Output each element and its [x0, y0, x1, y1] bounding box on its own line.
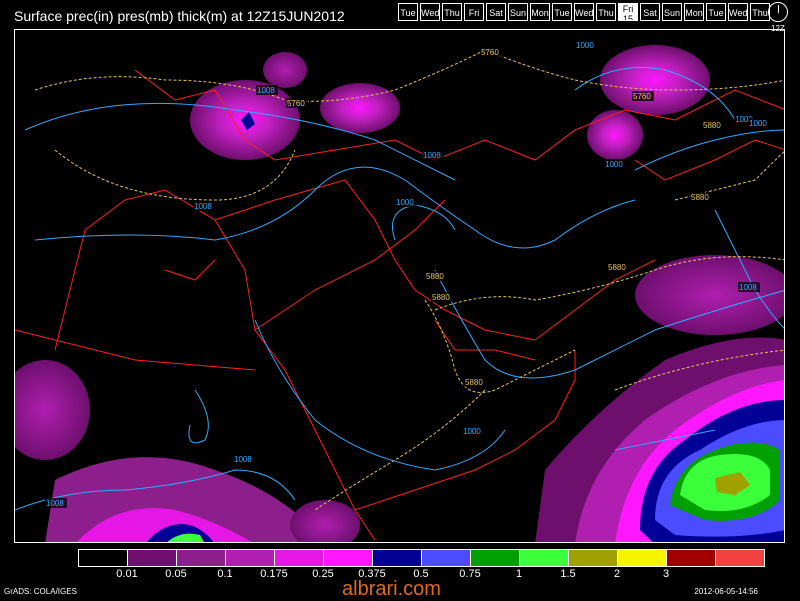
isobar-label: 1000 — [396, 198, 414, 207]
isobar-label: 1000 — [463, 427, 481, 436]
thickness-label: 5760 — [633, 92, 651, 101]
day-cell: Sun — [508, 3, 528, 21]
isobar-label: 1008 — [423, 151, 441, 160]
day-cell: Mon — [684, 3, 704, 21]
legend-swatch — [324, 550, 373, 566]
day-cell: Sun — [662, 3, 682, 21]
legend-tick: 1 — [515, 568, 523, 580]
legend-tick: 1.5 — [560, 568, 576, 580]
thickness-label: 5880 — [691, 193, 709, 202]
day-cell: Fri — [464, 3, 484, 21]
legend-swatch — [471, 550, 520, 566]
legend-swatch — [422, 550, 471, 566]
legend-swatch — [275, 550, 324, 566]
legend-tick: 0.25 — [312, 568, 334, 580]
legend-swatch — [716, 550, 764, 566]
isobar-label: 1008 — [194, 202, 212, 211]
precipitation-legend — [78, 549, 765, 567]
day-cell: Fri 15 — [618, 3, 638, 21]
day-cell: Thu — [596, 3, 616, 21]
isobar-label: 1008 — [257, 86, 275, 95]
legend-swatch — [226, 550, 275, 566]
day-cell: Mon — [530, 3, 550, 21]
precip-blob-north — [320, 83, 400, 133]
thickness-label: 5760 — [481, 48, 499, 57]
legend-swatch — [79, 550, 128, 566]
precipitation-areas — [15, 45, 784, 542]
brand-watermark: albrari.com — [342, 578, 441, 600]
day-cell: Tue — [706, 3, 726, 21]
legend-swatch — [618, 550, 667, 566]
day-cell: Wed — [420, 3, 440, 21]
map-canvas: 1008 1008 1000 1008 1000 1000 1008 1008 1000 1000… — [15, 40, 784, 542]
legend-tick: 0.1 — [217, 568, 233, 580]
legend-swatch — [667, 550, 716, 566]
precip-blob-west — [15, 360, 90, 460]
weather-map: 1008 1008 1000 1008 1000 1000 1008 1008 1000 1000… — [14, 29, 785, 543]
legend-swatch — [569, 550, 618, 566]
day-cell: Wed — [728, 3, 748, 21]
forecast-day-strip: Tue Wed Thu Fri Sat Sun Mon Tue Wed Thu Fri 15 Sat Su… — [398, 3, 772, 21]
precip-blob-south — [290, 500, 360, 542]
thickness-label: 5760 — [287, 99, 305, 108]
day-cell: Thu — [750, 3, 770, 21]
map-title: Surface prec(in) pres(mb) thick(m) at 12… — [14, 8, 345, 24]
isobar-label: 1008 — [739, 283, 757, 292]
legend-tick: 0.75 — [459, 568, 481, 580]
thickness-label: 5880 — [465, 378, 483, 387]
legend-tick: 3 — [662, 568, 670, 580]
precip-blob-north-2 — [263, 52, 307, 88]
isobar-label: 1000 — [749, 119, 767, 128]
day-cell: Tue — [552, 3, 572, 21]
precip-blob-north-east — [600, 45, 710, 115]
legend-swatch — [520, 550, 569, 566]
thickness-label: 5880 — [432, 293, 450, 302]
day-cell: Sat — [486, 3, 506, 21]
footer-credit: GrADS: COLA/IGES — [4, 587, 77, 596]
thickness-label: 5880 — [426, 272, 444, 281]
legend-tick: 0.175 — [260, 568, 288, 580]
day-cell: Sat — [640, 3, 660, 21]
footer-timestamp: 2012-06-05-14:56 — [694, 587, 758, 596]
isobar-label: 1000 — [605, 160, 623, 169]
isobar-label: 1008 — [234, 455, 252, 464]
day-cell: Tue — [398, 3, 418, 21]
day-cell: Thu — [442, 3, 462, 21]
legend-swatch — [177, 550, 226, 566]
isobar-label: 1000 — [576, 41, 594, 50]
precip-blob-east — [587, 110, 643, 160]
legend-swatch — [373, 550, 422, 566]
precip-blob-east-2 — [635, 255, 784, 335]
legend-tick: 0.05 — [165, 568, 187, 580]
day-cell: Wed — [574, 3, 594, 21]
legend-swatch — [128, 550, 177, 566]
thickness-label: 5880 — [608, 263, 626, 272]
isobar-label: 1008 — [46, 499, 64, 508]
legend-tick: 2 — [613, 568, 621, 580]
clock-icon — [768, 2, 788, 22]
legend-tick: 0.01 — [116, 568, 138, 580]
thickness-label: 5880 — [703, 121, 721, 130]
